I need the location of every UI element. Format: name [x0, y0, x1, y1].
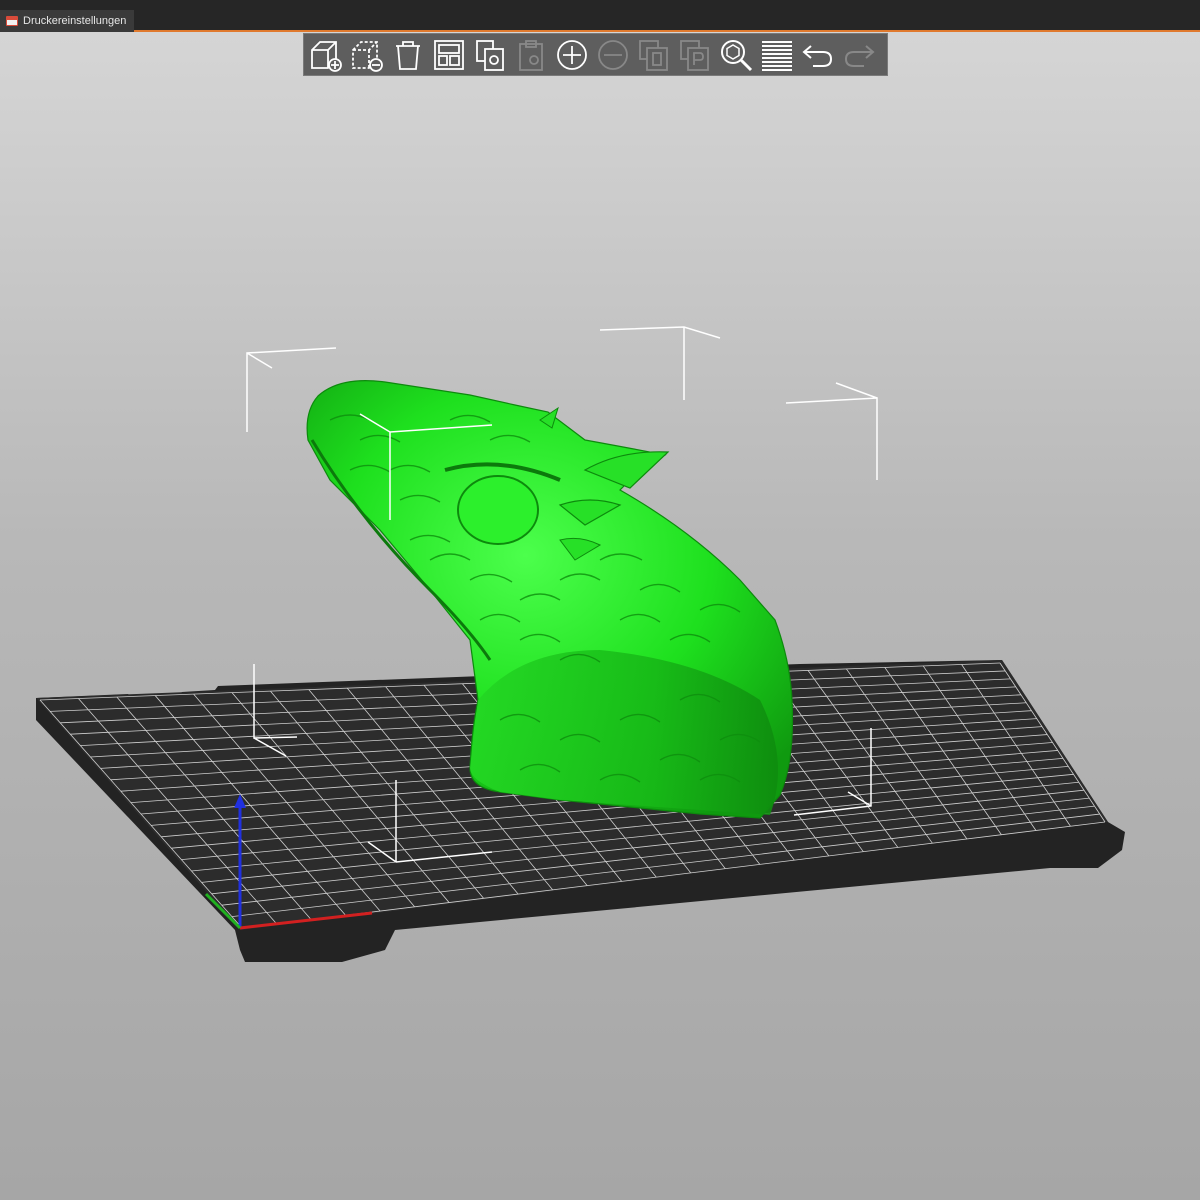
3d-viewport[interactable]	[0, 0, 1200, 1200]
eye	[457, 475, 539, 545]
